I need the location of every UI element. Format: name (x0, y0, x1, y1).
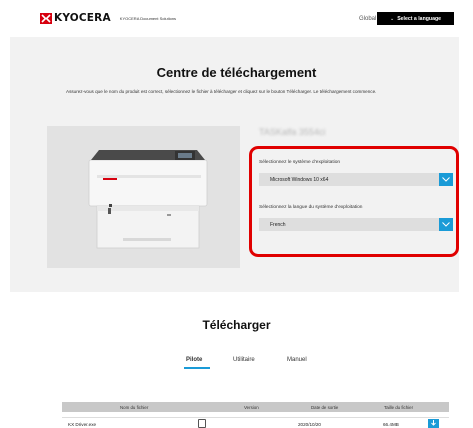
kyocera-logo[interactable]: KYOCERA KYOCERA Document Solutions (40, 12, 176, 24)
table-cell-size: 66.4MB (383, 422, 399, 427)
column-header-date: Date de sortie (311, 405, 339, 410)
table-cell-date: 2020/10/20 (298, 422, 321, 427)
product-name: TASKalfa 3554ci (259, 127, 326, 137)
download-title: Télécharger (202, 318, 271, 332)
column-header-size: Taille du fichier (384, 405, 414, 410)
logo-wordmark: KYOCERA (54, 12, 111, 24)
chevron-down-icon (439, 173, 453, 186)
intro-text: Assurez-vous que le nom du produit est c… (66, 89, 377, 94)
active-tab-indicator (184, 367, 210, 369)
table-cell-filename: KX Driver.exe (68, 422, 97, 427)
column-header-filename: Nom du fichier (120, 405, 149, 410)
site-header: KYOCERA KYOCERA Document Solutions Globa… (0, 0, 473, 36)
chevron-down-icon: ⌄ (389, 15, 395, 22)
download-icon[interactable] (428, 419, 439, 428)
chevron-down-icon (439, 218, 453, 231)
os-language-select[interactable]: French (259, 218, 453, 231)
tab-manuel[interactable]: Manuel (287, 357, 307, 363)
select-language-button[interactable]: ⌄ Select a language (377, 12, 454, 25)
global-link[interactable]: Global (359, 16, 376, 22)
product-image (47, 126, 240, 268)
tab-utilitaire[interactable]: Utilitaire (233, 357, 255, 363)
os-language-label: Sélectionnez la langue du système d’expl… (259, 205, 363, 210)
os-label: Sélectionnez le système d’exploitation (259, 160, 341, 165)
column-header-version: Version (244, 405, 259, 410)
os-select-value: Microsoft Windows 10 x64 (270, 176, 329, 183)
printer-illustration (88, 150, 208, 249)
os-language-select-value: French (270, 221, 286, 228)
logo-subtitle: KYOCERA Document Solutions (119, 15, 177, 21)
select-language-label: Select a language (397, 15, 442, 22)
table-row-divider (62, 417, 449, 418)
os-select[interactable]: Microsoft Windows 10 x64 (259, 173, 453, 186)
tab-pilote[interactable]: Pilote (186, 357, 202, 363)
page-title: Centre de téléchargement (156, 65, 317, 80)
kyocera-logo-icon (40, 12, 52, 24)
release-notes-icon[interactable] (198, 419, 206, 428)
